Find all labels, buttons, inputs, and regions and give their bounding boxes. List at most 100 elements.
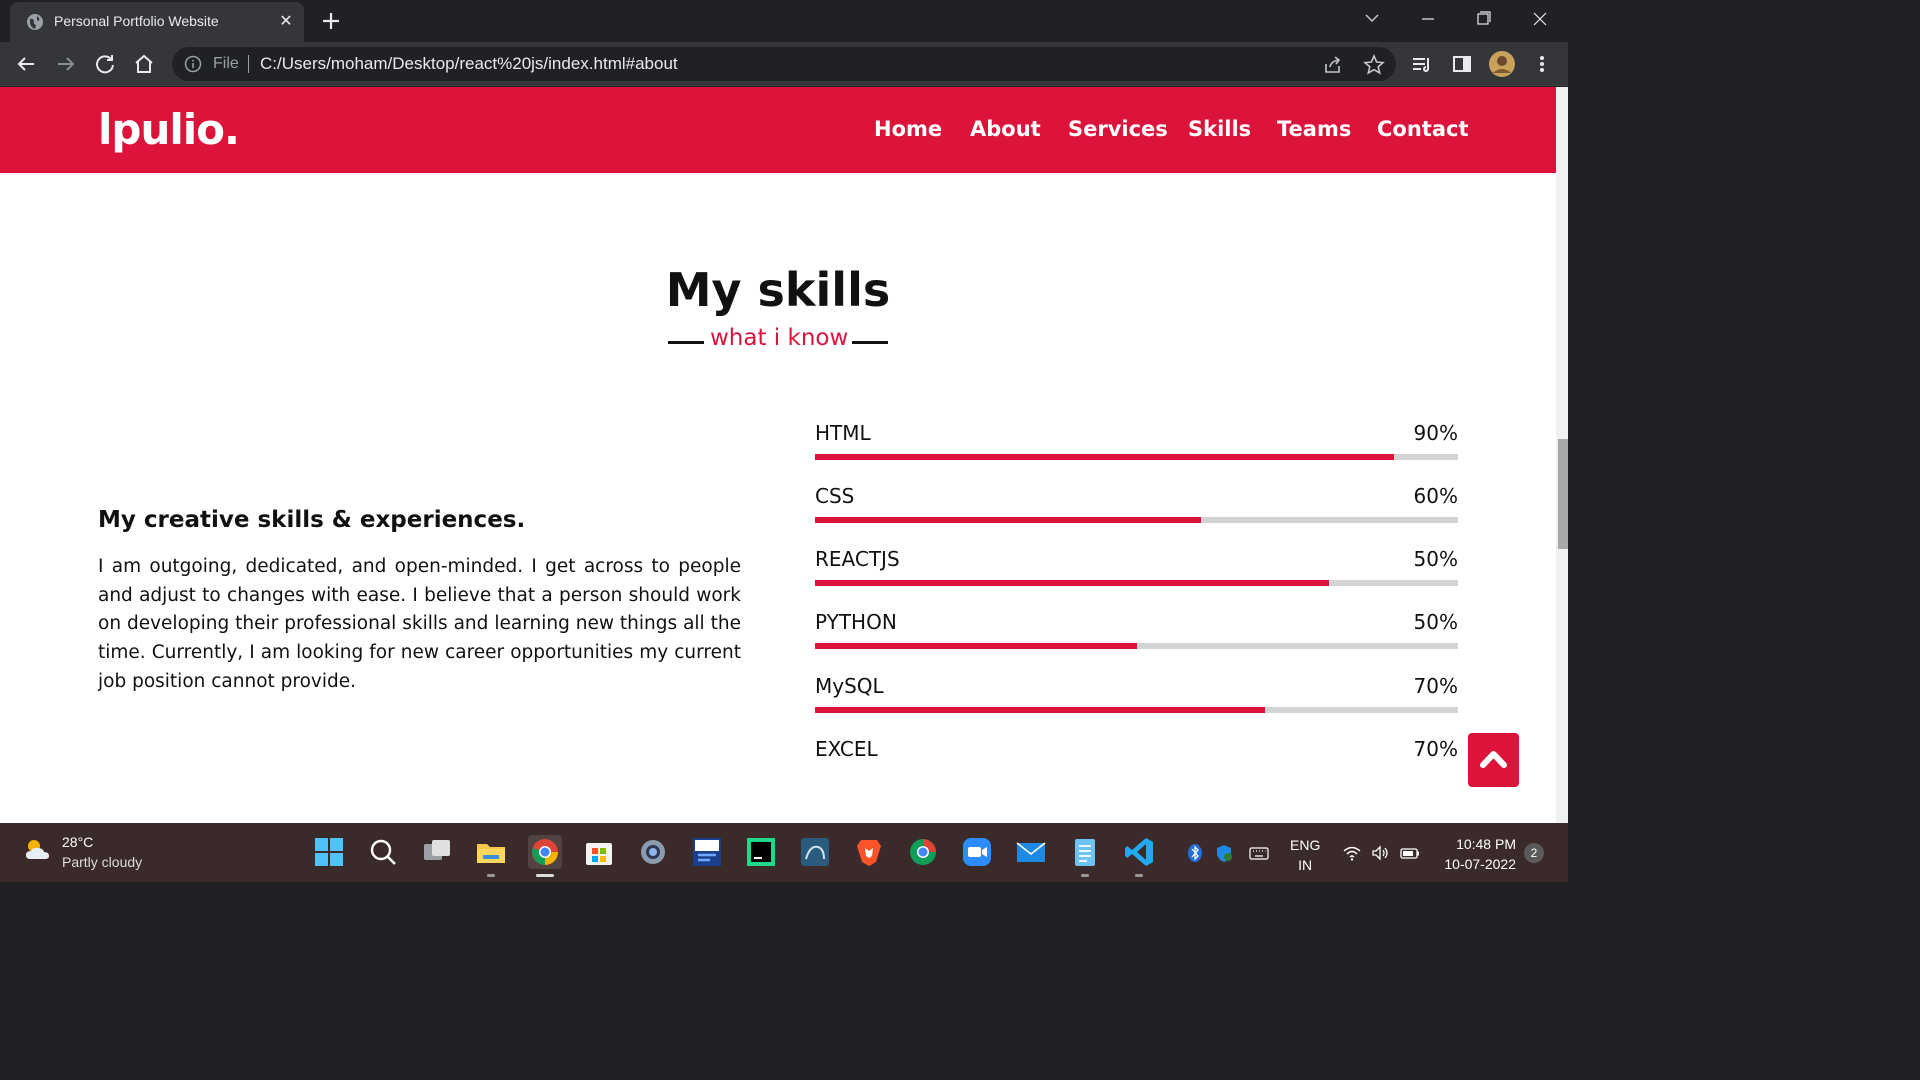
windows-security-icon[interactable] [1214, 843, 1234, 863]
skill-fill [815, 580, 1330, 586]
weather-description: Partly cloudy [62, 854, 143, 870]
skill-fill [815, 517, 1201, 523]
nav-home[interactable]: Home [874, 117, 942, 141]
battery-icon[interactable] [1400, 843, 1420, 863]
partly-cloudy-icon[interactable] [22, 835, 52, 865]
minimize-icon[interactable] [1408, 6, 1448, 32]
taskbar-notepad[interactable] [1068, 835, 1102, 877]
url-text[interactable]: C:/Users/moham/Desktop/react%20js/index.… [260, 54, 678, 74]
info-icon[interactable] [184, 55, 202, 73]
notepad-icon [1075, 839, 1095, 866]
lang-region: IN [1298, 857, 1313, 873]
globe-icon [27, 14, 43, 30]
browser-toolbar: File C:/Users/moham/Desktop/react%20js/i… [0, 42, 1568, 86]
clock-date: 10-07-2022 [1444, 856, 1516, 872]
back-icon[interactable] [12, 50, 40, 78]
volume-icon[interactable] [1370, 843, 1390, 863]
site-logo[interactable]: lpulio. [98, 105, 240, 154]
taskbar-pycharm[interactable] [744, 835, 778, 869]
chevron-up-icon [1480, 751, 1507, 768]
taskbar-chrome[interactable] [528, 835, 562, 877]
bluetooth-icon[interactable] [1185, 843, 1205, 863]
microsoft-store-icon [586, 843, 612, 865]
skill-item-python: PYTHON 50% [815, 610, 1458, 650]
taskbar-task-view[interactable] [420, 835, 454, 869]
taskbar-settings[interactable] [636, 835, 670, 869]
taskbar-devcpp[interactable] [690, 835, 724, 869]
reading-list-icon[interactable] [1408, 50, 1436, 78]
nav-skills[interactable]: Skills [1188, 117, 1251, 141]
taskbar-zoom[interactable] [960, 835, 994, 869]
pycharm-icon [747, 838, 775, 866]
skill-track [815, 643, 1458, 649]
taskbar-chrome-canary[interactable] [906, 835, 940, 869]
mail-icon [1016, 842, 1046, 862]
clock-time: 10:48 PM [1456, 836, 1516, 852]
url-scheme-label: File [213, 55, 239, 72]
skill-name: CSS [815, 484, 855, 508]
nav-teams[interactable]: Teams [1277, 117, 1351, 141]
start-button[interactable] [312, 835, 346, 869]
nav-contact[interactable]: Contact [1377, 117, 1469, 141]
nav-about[interactable]: About [970, 117, 1041, 141]
skill-name: HTML [815, 421, 871, 445]
skill-fill [815, 454, 1394, 460]
taskbar-store[interactable] [582, 835, 616, 869]
section-subtitle: what i know [668, 325, 888, 355]
notification-badge[interactable]: 2 [1524, 843, 1544, 863]
taskbar-mysql-workbench[interactable] [798, 835, 832, 869]
side-panel-icon[interactable] [1448, 50, 1476, 78]
skill-percent: 50% [1413, 547, 1458, 571]
skill-name: EXCEL [815, 737, 878, 761]
taskbar-brave[interactable] [852, 835, 886, 869]
mysql-workbench-icon [801, 838, 829, 866]
page-scrollbar[interactable] [1556, 87, 1568, 823]
skill-track [815, 707, 1458, 713]
browser-tab[interactable]: Personal Portfolio Website ✕ [10, 2, 304, 42]
chrome-canary-icon [910, 839, 936, 865]
restore-icon[interactable] [1463, 6, 1503, 32]
taskbar-file-explorer[interactable] [474, 835, 508, 877]
site-navbar: lpulio. Home About Services Skills Teams… [0, 87, 1556, 173]
chrome-icon [532, 839, 558, 865]
menu-kebab-icon[interactable] [1528, 50, 1556, 78]
forward-icon[interactable] [52, 50, 80, 78]
skill-percent: 90% [1413, 421, 1458, 445]
scrollbar-thumb[interactable] [1558, 439, 1568, 549]
taskbar-mail[interactable] [1014, 835, 1048, 869]
taskbar-vscode[interactable] [1122, 835, 1156, 877]
profile-avatar-icon[interactable] [1488, 50, 1516, 78]
brave-icon [857, 840, 881, 866]
search-icon [370, 839, 396, 865]
subtitle-line-right [852, 341, 888, 344]
tab-search-icon[interactable] [1352, 6, 1392, 32]
input-language[interactable]: ENG IN [1290, 835, 1320, 875]
reload-icon[interactable] [91, 50, 119, 78]
home-icon[interactable] [130, 50, 158, 78]
lang-code: ENG [1290, 837, 1321, 853]
scroll-to-top-button[interactable] [1468, 733, 1519, 787]
subtitle-line-left [668, 341, 704, 344]
clock[interactable]: 10:48 PM 10-07-2022 [1430, 834, 1516, 874]
browser-tab-strip: Personal Portfolio Website ✕ [0, 0, 1568, 42]
skill-name: PYTHON [815, 610, 897, 634]
skill-item-mysql: MySQL 70% [815, 674, 1458, 714]
skill-item-reactjs: REACTJS 50% [815, 547, 1458, 587]
skill-percent: 60% [1413, 484, 1458, 508]
keyboard-icon[interactable] [1249, 843, 1269, 863]
task-view-icon [424, 840, 450, 860]
close-window-icon[interactable] [1520, 6, 1560, 32]
share-icon[interactable] [1322, 54, 1344, 76]
wifi-icon[interactable] [1342, 843, 1362, 863]
page-viewport: lpulio. Home About Services Skills Teams… [0, 87, 1568, 823]
zoom-icon [963, 838, 991, 866]
section-title: My skills [665, 263, 891, 317]
skill-track [815, 580, 1458, 586]
weather-temperature: 28°C [62, 834, 94, 850]
bookmark-star-icon[interactable] [1363, 54, 1385, 76]
address-bar[interactable]: File C:/Users/moham/Desktop/react%20js/i… [172, 47, 1396, 81]
new-tab-icon[interactable] [318, 8, 344, 34]
nav-services[interactable]: Services [1068, 117, 1168, 141]
tab-close-icon[interactable]: ✕ [276, 11, 296, 31]
taskbar-search[interactable] [366, 835, 400, 869]
